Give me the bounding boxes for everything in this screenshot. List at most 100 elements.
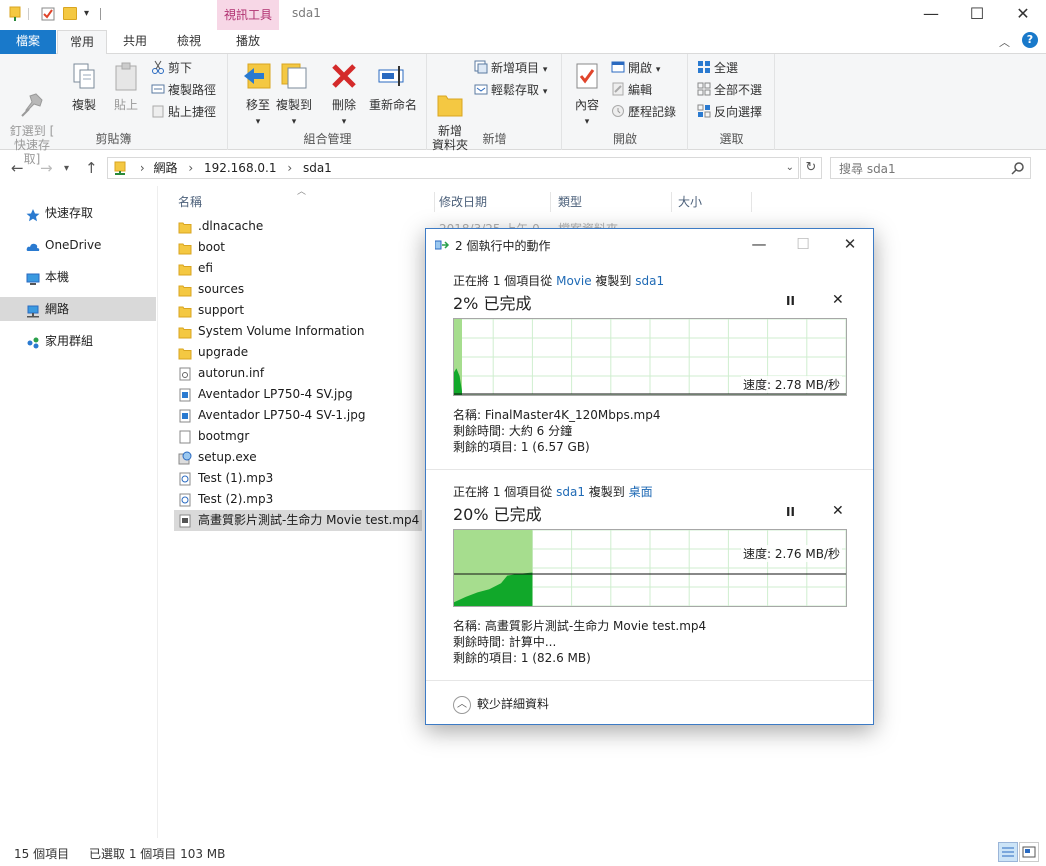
folder-icon <box>178 283 192 297</box>
tab-home[interactable]: 常用 <box>57 30 107 55</box>
easy-access-button[interactable]: 輕鬆存取 ▾ <box>474 80 547 100</box>
op2-header-mid: 複製到 <box>584 485 629 499</box>
select-none-button[interactable]: 全部不選 <box>697 80 762 100</box>
op1-source-link[interactable]: Movie <box>556 274 592 288</box>
up-arrow-icon[interactable]: ↑ <box>85 159 98 177</box>
file-name: setup.exe <box>198 450 257 464</box>
paste-shortcut-button[interactable]: 貼上捷徑 <box>151 102 216 122</box>
delete-label: 刪除 <box>331 98 356 112</box>
fewer-details-button[interactable]: ︿ 較少詳細資料 <box>453 694 549 714</box>
new-item-button[interactable]: 新增項目 ▾ <box>474 58 547 78</box>
op1-pause-button[interactable]: II <box>786 294 795 308</box>
explorer-icon <box>8 6 22 22</box>
column-header-size[interactable]: 大小 <box>674 192 752 212</box>
search-input[interactable]: 搜尋 sda1 <box>830 157 1031 179</box>
file-name: upgrade <box>198 345 249 359</box>
invert-selection-button[interactable]: 反向選擇 <box>697 102 762 122</box>
nav-item-this-pc[interactable]: 本機 <box>0 265 156 289</box>
history-button[interactable]: 歷程記錄 <box>611 102 676 122</box>
copy-button[interactable]: 複製 <box>64 60 104 113</box>
select-all-button[interactable]: 全選 <box>697 58 738 78</box>
qa-dropdown-icon[interactable]: ▾ <box>84 8 98 24</box>
breadcrumb-separator-icon: › <box>287 161 293 175</box>
open-button[interactable]: 開啟 ▾ <box>611 58 660 78</box>
copy-path-button[interactable]: 複製路徑 <box>151 80 216 100</box>
paste-button[interactable]: 貼上 <box>106 60 146 113</box>
op2-pause-button[interactable]: II <box>786 505 795 519</box>
dialog-minimize-button[interactable]: — <box>744 233 774 255</box>
file-row[interactable]: autorun.inf <box>174 363 422 384</box>
op2-remaining-items: 剩餘的項目: 1 (82.6 MB) <box>453 651 591 665</box>
video-file-icon <box>178 514 192 528</box>
file-row[interactable]: support <box>174 300 422 321</box>
file-row[interactable]: .dlnacache <box>174 216 422 237</box>
breadcrumb-ip[interactable]: 192.168.0.1 <box>204 161 277 175</box>
delete-button[interactable]: 刪除 ▾ <box>327 60 361 127</box>
file-row[interactable]: setup.exe <box>174 447 422 468</box>
tab-file[interactable]: 檔案 <box>0 30 56 54</box>
op2-cancel-button[interactable]: ✕ <box>832 503 844 519</box>
file-row[interactable]: Aventador LP750-4 SV-1.jpg <box>174 405 422 426</box>
recent-locations-chevron-icon[interactable]: ▾ <box>64 163 69 174</box>
op1-remaining-time: 剩餘時間: 大約 6 分鐘 <box>453 424 573 438</box>
breadcrumb-network[interactable]: 網路 <box>153 161 177 175</box>
column-header-name[interactable]: 名稱 <box>174 192 435 212</box>
column-header-date[interactable]: 修改日期 <box>435 192 551 212</box>
file-row[interactable]: sources <box>174 279 422 300</box>
details-view-icon[interactable] <box>998 842 1018 862</box>
nav-item-quick-access[interactable]: 快速存取 <box>0 201 156 225</box>
close-window-button[interactable]: ✕ <box>1000 0 1046 30</box>
op1-destination-link[interactable]: sda1 <box>635 274 664 288</box>
copy-path-label: 複製路徑 <box>168 83 217 97</box>
search-icon[interactable] <box>1011 161 1025 175</box>
rename-icon <box>377 60 409 92</box>
status-item-count: 15 個項目 <box>14 847 70 861</box>
forward-arrow-icon[interactable]: → <box>40 159 53 177</box>
file-name: Test (1).mp3 <box>198 471 274 485</box>
ribbon-collapse-icon[interactable]: ︿ <box>999 34 1010 50</box>
organize-group-label: 組合管理 <box>303 132 352 146</box>
column-header-type[interactable]: 類型 <box>554 192 672 212</box>
op1-cancel-button[interactable]: ✕ <box>832 292 844 308</box>
tab-play[interactable]: 播放 <box>221 30 275 54</box>
file-row[interactable]: boot <box>174 237 422 258</box>
address-dropdown-chevron-icon[interactable]: ⌄ <box>786 158 794 178</box>
copy-to-button[interactable]: 複製到 ▾ <box>273 60 315 127</box>
address-bar[interactable]: › 網路 › 192.168.0.1 › sda1 ⌄ <box>107 157 799 179</box>
op2-source-link[interactable]: sda1 <box>556 485 585 499</box>
file-row[interactable]: System Volume Information <box>174 321 422 342</box>
nav-item-homegroup[interactable]: 家用群組 <box>0 329 156 353</box>
homegroup-icon <box>26 334 40 349</box>
invert-selection-label: 反向選擇 <box>714 105 763 119</box>
tab-share[interactable]: 共用 <box>112 30 158 54</box>
file-row[interactable]: Test (1).mp3 <box>174 468 422 489</box>
minimize-button[interactable]: — <box>908 0 954 30</box>
delete-x-icon <box>328 60 360 92</box>
properties-button[interactable]: 內容 ▾ <box>569 60 605 127</box>
file-row[interactable]: upgrade <box>174 342 422 363</box>
refresh-button[interactable]: ↻ <box>800 157 822 179</box>
cut-button[interactable]: 剪下 <box>151 58 192 78</box>
help-icon[interactable]: ? <box>1022 32 1038 48</box>
large-icons-view-icon[interactable] <box>1019 842 1039 862</box>
dialog-close-button[interactable]: ✕ <box>835 233 865 255</box>
file-row[interactable]: Test (2).mp3 <box>174 489 422 510</box>
select-all-icon <box>697 60 711 74</box>
tab-view[interactable]: 檢視 <box>166 30 212 54</box>
new-folder-qa-icon[interactable] <box>63 7 77 20</box>
breadcrumb-sda1[interactable]: sda1 <box>303 161 332 175</box>
op2-destination-link[interactable]: 桌面 <box>629 485 653 499</box>
file-row[interactable]: efi <box>174 258 422 279</box>
copy-to-icon <box>278 60 310 92</box>
edit-button[interactable]: 編輯 <box>611 80 652 100</box>
file-row[interactable]: 高畫質影片測試-生命力 Movie test.mp4 <box>174 510 422 531</box>
maximize-button[interactable]: ☐ <box>954 0 1000 30</box>
paste-label: 貼上 <box>113 98 138 112</box>
nav-item-onedrive[interactable]: OneDrive <box>0 233 156 257</box>
properties-qa-icon[interactable] <box>41 6 55 22</box>
back-arrow-icon[interactable]: ← <box>11 159 24 177</box>
nav-item-network[interactable]: 網路 <box>0 297 156 321</box>
file-row[interactable]: bootmgr <box>174 426 422 447</box>
file-row[interactable]: Aventador LP750-4 SV.jpg <box>174 384 422 405</box>
rename-button[interactable]: 重新命名 <box>367 60 419 113</box>
